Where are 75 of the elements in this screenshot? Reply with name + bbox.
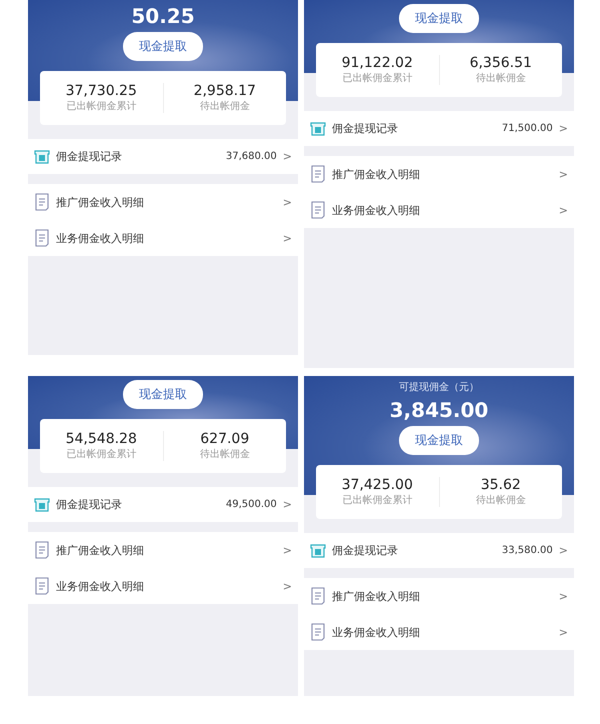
list-item[interactable]: 推广佣金收入明细 > (304, 156, 574, 192)
item-label: 佣金提现记录 (332, 543, 399, 558)
stat-label: 待出帐佣金 (476, 72, 526, 85)
document-icon (310, 201, 326, 219)
chevron: > (558, 626, 568, 638)
item-label: 佣金提现记录 (332, 121, 399, 136)
document-icon (34, 229, 50, 247)
stat-value: 2,958.17 (194, 83, 256, 99)
item-label: 佣金提现记录 (56, 149, 123, 164)
chevron: > (558, 204, 568, 216)
list-item[interactable]: 业务佣金收入明细 > (304, 614, 574, 650)
document-icon (34, 193, 50, 211)
stat-label: 已出帐佣金累计 (342, 72, 412, 85)
stat-label: 待出帐佣金 (200, 448, 250, 461)
item-amount: 71,500.00 (502, 123, 553, 134)
stat-value: 35.62 (480, 477, 521, 493)
list-item[interactable]: 推广佣金收入明细 > (28, 532, 298, 568)
stat-label: 待出帐佣金 (476, 494, 526, 507)
stat-value: 91,122.02 (342, 55, 413, 71)
stat-value: 37,730.25 (66, 83, 137, 99)
chevron: > (282, 196, 292, 208)
chevron: > (558, 168, 568, 180)
chevron: > (282, 544, 292, 556)
document-icon (34, 541, 50, 559)
balance-amount: 50.25 (131, 4, 195, 28)
document-icon (310, 165, 326, 183)
stat-value: 54,548.28 (66, 431, 137, 447)
withdraw-button[interactable]: 现金提取 (399, 4, 479, 33)
wallet-icon (34, 496, 50, 514)
document-icon (310, 623, 326, 641)
list-item[interactable]: 佣金提现记录 49,500.00 > (28, 487, 298, 522)
stat-label: 待出帐佣金 (200, 100, 250, 113)
item-amount: 49,500.00 (226, 499, 277, 510)
item-amount: 33,580.00 (502, 545, 553, 556)
chevron: > (282, 580, 292, 592)
chevron: > (282, 498, 292, 511)
stat-label: 已出帐佣金累计 (66, 100, 136, 113)
list-item[interactable]: 佣金提现记录 37,680.00 > (28, 139, 298, 174)
balance-amount: 3,845.00 (390, 398, 488, 422)
item-label: 业务佣金收入明细 (56, 230, 145, 246)
stat-label: 已出帐佣金累计 (342, 494, 412, 507)
document-icon (34, 577, 50, 595)
list-item[interactable]: 业务佣金收入明细 > (304, 192, 574, 228)
balance-label: 可提现佣金（元） (399, 381, 479, 394)
stat-value: 37,425.00 (342, 477, 413, 493)
document-icon (310, 587, 326, 605)
wallet-icon (310, 120, 326, 138)
list-item[interactable]: 业务佣金收入明细 > (28, 568, 298, 604)
withdraw-button[interactable]: 现金提取 (123, 32, 203, 61)
list-item[interactable]: 佣金提现记录 71,500.00 > (304, 111, 574, 146)
chevron: > (558, 590, 568, 602)
withdraw-button[interactable]: 现金提取 (123, 380, 203, 409)
chevron: > (558, 544, 568, 557)
wallet-icon (310, 542, 326, 560)
list-item[interactable]: 佣金提现记录 33,580.00 > (304, 533, 574, 568)
item-label: 推广佣金收入明细 (332, 588, 421, 604)
chevron: > (282, 150, 292, 163)
list-item[interactable]: 业务佣金收入明细 > (28, 220, 298, 256)
stat-value: 627.09 (200, 431, 250, 447)
chevron: > (282, 232, 292, 244)
item-label: 业务佣金收入明细 (56, 578, 145, 594)
withdraw-button[interactable]: 现金提取 (399, 426, 479, 455)
item-label: 业务佣金收入明细 (332, 202, 421, 218)
stat-label: 已出帐佣金累计 (66, 448, 136, 461)
item-label: 推广佣金收入明细 (332, 166, 421, 182)
item-amount: 37,680.00 (226, 151, 277, 162)
list-item[interactable]: 推广佣金收入明细 > (304, 578, 574, 614)
wallet-icon (34, 148, 50, 166)
chevron: > (558, 122, 568, 135)
item-label: 推广佣金收入明细 (56, 542, 145, 558)
item-label: 业务佣金收入明细 (332, 624, 421, 640)
stat-value: 6,356.51 (470, 55, 532, 71)
item-label: 推广佣金收入明细 (56, 194, 145, 210)
list-item[interactable]: 推广佣金收入明细 > (28, 184, 298, 220)
item-label: 佣金提现记录 (56, 497, 123, 512)
